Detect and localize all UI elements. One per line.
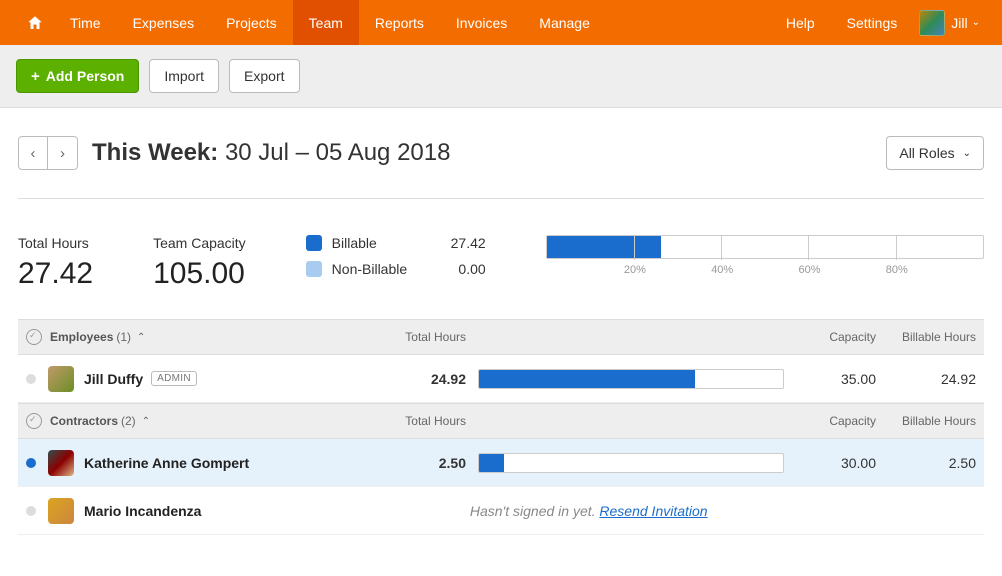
- add-person-button[interactable]: + Add Person: [16, 59, 139, 93]
- row-bar: [478, 369, 784, 389]
- person-avatar: [48, 450, 74, 476]
- prev-week-button[interactable]: ‹: [18, 136, 48, 170]
- chevron-down-icon: ⌄: [963, 148, 971, 159]
- export-button[interactable]: Export: [229, 59, 299, 93]
- capacity-block: Team Capacity 105.00: [153, 235, 246, 291]
- user-name: Jill: [951, 15, 967, 31]
- row-total: 24.92: [366, 371, 466, 387]
- home-icon[interactable]: [16, 0, 54, 45]
- nav-help[interactable]: Help: [770, 0, 831, 45]
- status-dot: [26, 458, 36, 468]
- collapse-caret-icon[interactable]: ⌃: [142, 416, 150, 427]
- week-nav: ‹ ›: [18, 136, 78, 170]
- status-dot: [26, 506, 36, 516]
- group-name: Employees: [50, 330, 113, 344]
- col-total: Total Hours: [366, 414, 466, 428]
- row-capacity: 35.00: [796, 371, 876, 387]
- admin-badge: ADMIN: [151, 371, 197, 386]
- nav-time[interactable]: Time: [54, 0, 117, 45]
- user-menu[interactable]: Jill ⌄: [913, 10, 986, 36]
- tick-label: 80%: [886, 264, 908, 276]
- nonbillable-swatch: [306, 261, 322, 277]
- toolbar: + Add Person Import Export: [0, 45, 1002, 108]
- person-avatar: [48, 498, 74, 524]
- chevron-down-icon: ⌄: [972, 17, 980, 28]
- person-avatar: [48, 366, 74, 392]
- billable-swatch: [306, 235, 322, 251]
- collapse-caret-icon[interactable]: ⌃: [137, 332, 145, 343]
- person-row[interactable]: Jill Duffy ADMIN 24.92 35.00 24.92: [18, 355, 984, 403]
- import-button[interactable]: Import: [149, 59, 219, 93]
- capacity-value: 105.00: [153, 257, 246, 291]
- chart-billable-fill: [547, 236, 661, 258]
- person-row[interactable]: Katherine Anne Gompert 2.50 30.00 2.50: [18, 439, 984, 487]
- week-title: This Week: 30 Jul – 05 Aug 2018: [92, 139, 450, 167]
- row-capacity: 30.00: [796, 455, 876, 471]
- capacity-label: Team Capacity: [153, 235, 246, 251]
- tick-label: 60%: [798, 264, 820, 276]
- week-range: 30 Jul – 05 Aug 2018: [225, 139, 451, 166]
- person-name: Mario Incandenza: [84, 503, 201, 519]
- roles-dropdown[interactable]: All Roles ⌄: [886, 136, 984, 170]
- nav-manage[interactable]: Manage: [523, 0, 606, 45]
- col-billable: Billable Hours: [876, 414, 976, 428]
- summary: Total Hours 27.42 Team Capacity 105.00 B…: [18, 199, 984, 319]
- row-billable: 2.50: [876, 455, 976, 471]
- col-total: Total Hours: [366, 330, 466, 344]
- nav-projects[interactable]: Projects: [210, 0, 293, 45]
- total-hours-label: Total Hours: [18, 235, 93, 251]
- plus-icon: +: [31, 68, 40, 85]
- group-name: Contractors: [50, 414, 118, 428]
- row-billable: 24.92: [876, 371, 976, 387]
- col-capacity: Capacity: [796, 414, 876, 428]
- billable-value: 27.42: [441, 235, 486, 251]
- add-person-label: Add Person: [46, 68, 125, 84]
- row-bar: [478, 453, 784, 473]
- billable-label: Billable: [332, 235, 377, 251]
- top-nav: Time Expenses Projects Team Reports Invo…: [0, 0, 1002, 45]
- tick-label: 20%: [624, 264, 646, 276]
- tick-label: 40%: [711, 264, 733, 276]
- check-circle-icon: [26, 329, 42, 345]
- person-row[interactable]: Mario Incandenza Hasn't signed in yet. R…: [18, 487, 984, 535]
- col-billable: Billable Hours: [876, 330, 976, 344]
- col-capacity: Capacity: [796, 330, 876, 344]
- not-signed-text: Hasn't signed in yet.: [470, 503, 596, 519]
- nav-invoices[interactable]: Invoices: [440, 0, 523, 45]
- person-name: Jill Duffy: [84, 371, 143, 387]
- nonbillable-label: Non-Billable: [332, 261, 407, 277]
- group-count: (2): [121, 414, 136, 428]
- group-count: (1): [116, 330, 131, 344]
- utilisation-chart: 20% 40% 60% 80%: [546, 235, 984, 259]
- week-label: This Week:: [92, 139, 218, 166]
- group-header-employees: Employees (1) ⌃ Total Hours Capacity Bil…: [18, 319, 984, 355]
- not-signed-in: Hasn't signed in yet. Resend Invitation: [201, 503, 976, 519]
- check-circle-icon: [26, 413, 42, 429]
- total-hours-value: 27.42: [18, 257, 93, 291]
- roles-label: All Roles: [899, 145, 954, 161]
- user-avatar: [919, 10, 945, 36]
- nav-settings[interactable]: Settings: [831, 0, 914, 45]
- status-dot: [26, 374, 36, 384]
- nonbillable-value: 0.00: [441, 261, 486, 277]
- nav-reports[interactable]: Reports: [359, 0, 440, 45]
- row-total: 2.50: [366, 455, 466, 471]
- person-name: Katherine Anne Gompert: [84, 455, 249, 471]
- next-week-button[interactable]: ›: [48, 136, 78, 170]
- nav-expenses[interactable]: Expenses: [117, 0, 210, 45]
- nav-team[interactable]: Team: [293, 0, 359, 45]
- week-header: ‹ › This Week: 30 Jul – 05 Aug 2018 All …: [18, 136, 984, 199]
- legend: Billable 27.42 Non-Billable 0.00: [306, 235, 486, 277]
- resend-invitation-link[interactable]: Resend Invitation: [599, 503, 707, 519]
- group-header-contractors: Contractors (2) ⌃ Total Hours Capacity B…: [18, 403, 984, 439]
- total-hours-block: Total Hours 27.42: [18, 235, 93, 291]
